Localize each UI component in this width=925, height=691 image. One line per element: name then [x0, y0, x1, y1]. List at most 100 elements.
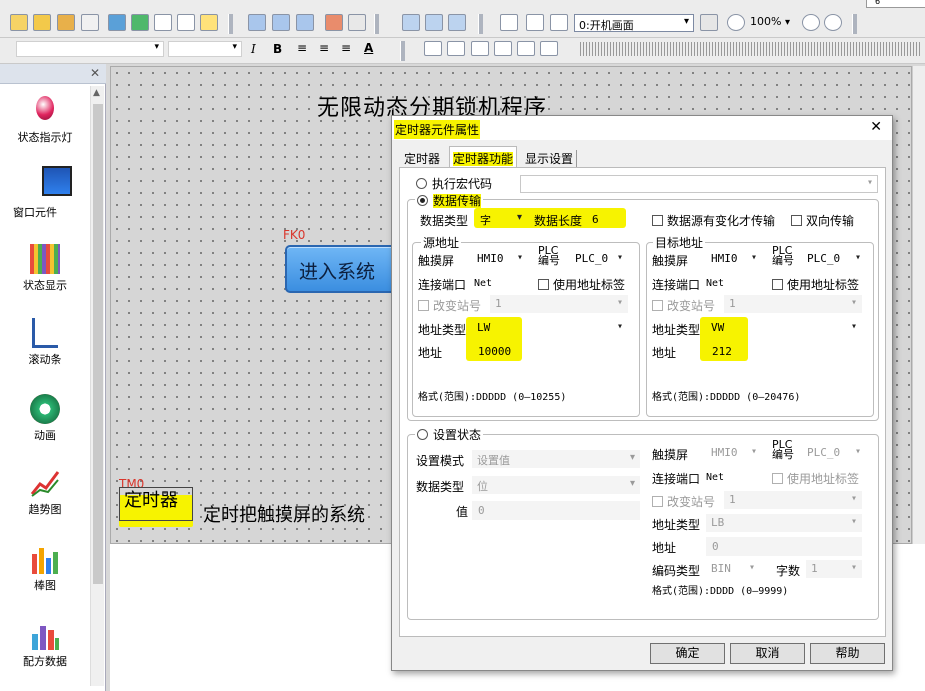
panel-item-indicator[interactable]: 状态指示灯	[0, 96, 90, 145]
font-icon[interactable]	[200, 14, 218, 31]
set-change-station-checkbox[interactable]: 改变站号	[652, 493, 715, 510]
ok-button[interactable]: 确定	[650, 643, 725, 664]
bidirectional-checkbox[interactable]: 双向传输	[791, 212, 854, 229]
delete-screen-icon[interactable]	[526, 14, 544, 31]
set-mode-select[interactable]: 设置值	[472, 450, 640, 468]
screen-select[interactable]: 0:开机画面 ▾	[574, 14, 694, 32]
tab-display-settings[interactable]: 显示设置	[525, 150, 578, 167]
align-left-icon[interactable]	[248, 14, 266, 31]
zoom-level[interactable]: 100% ▾	[750, 15, 792, 28]
zoom-out-icon[interactable]	[802, 14, 820, 31]
panel-item-scrollbar[interactable]: 滚动条	[0, 318, 90, 367]
set-addr-input[interactable]: 0	[706, 537, 862, 556]
text-style-icon[interactable]	[447, 41, 465, 56]
data-type-select[interactable]: 字	[475, 210, 527, 228]
align-center-text-icon[interactable]: ≡	[319, 41, 329, 55]
bold-icon[interactable]: B	[273, 42, 282, 56]
macro-radio[interactable]: 执行宏代码	[416, 175, 492, 192]
source-plc-select[interactable]: PLC_0	[570, 250, 628, 268]
scroll-up-icon[interactable]: ▲	[93, 88, 100, 98]
checkbox-icon	[772, 279, 783, 290]
macro-select[interactable]	[520, 175, 878, 193]
panel-item-window[interactable]: 窗口元件	[0, 204, 80, 220]
screen-props-icon[interactable]	[550, 14, 568, 31]
panel-item-animation[interactable]: 动画	[0, 394, 90, 443]
text-style-icon[interactable]	[471, 41, 489, 56]
cancel-button[interactable]: 取消	[730, 643, 805, 664]
canvas-scrollbar[interactable]	[912, 66, 925, 544]
layer-down-icon[interactable]	[348, 14, 366, 31]
text-style-icon[interactable]	[494, 41, 512, 56]
set-addr-type-select[interactable]: LB	[706, 514, 862, 532]
source-addr-type-select[interactable]: LW	[472, 319, 628, 337]
source-change-station-checkbox[interactable]: 改变站号	[418, 297, 481, 314]
open-icon[interactable]	[10, 14, 28, 31]
panel-item-trend[interactable]: 趋势图	[0, 468, 90, 517]
align-right-icon[interactable]	[296, 14, 314, 31]
data-length-input[interactable]: 6	[586, 210, 622, 229]
source-use-tag-checkbox[interactable]: 使用地址标签	[538, 276, 625, 293]
close-icon[interactable]: ✕	[90, 66, 100, 80]
compile-icon[interactable]	[57, 14, 75, 31]
source-screen-label: 触摸屏	[418, 254, 455, 268]
panel-item-bar[interactable]: 棒图	[0, 544, 90, 593]
text-color-icon[interactable]: A	[364, 41, 373, 55]
panel-scrollbar[interactable]: ▲	[90, 86, 104, 686]
target-plc-select[interactable]: PLC_0	[802, 250, 866, 268]
transfer-radio[interactable]: 数据传输	[415, 192, 484, 209]
fill-pattern-strip[interactable]	[580, 42, 920, 56]
target-change-station-checkbox[interactable]: 改变站号	[652, 297, 715, 314]
add-screen-icon[interactable]	[500, 14, 518, 31]
target-station-select[interactable]: 1	[724, 295, 862, 313]
target-screen-select[interactable]: HMI0	[706, 250, 762, 268]
set-dtype-select[interactable]: 位	[472, 476, 640, 494]
text-style-icon[interactable]	[424, 41, 442, 56]
save-icon[interactable]	[33, 14, 51, 31]
tab-timer-function[interactable]: 定时器功能	[449, 146, 518, 168]
grid-icon[interactable]	[402, 14, 420, 31]
print-icon[interactable]	[700, 14, 718, 31]
timer-element[interactable]: 定时器	[119, 487, 193, 521]
layer-up-icon[interactable]	[325, 14, 343, 31]
source-screen-select[interactable]: HMI0	[472, 250, 528, 268]
font-name-select[interactable]: ▾	[16, 41, 164, 57]
set-use-tag-checkbox[interactable]: 使用地址标签	[772, 470, 859, 487]
align-right-text-icon[interactable]: ≡	[341, 41, 351, 55]
panel-item-recipe[interactable]: 配方数据	[0, 620, 90, 669]
source-addr-input[interactable]: 10000	[472, 342, 628, 361]
zoom-in-icon[interactable]	[727, 14, 745, 31]
frame-icon[interactable]	[448, 14, 466, 31]
zoom-fit-icon[interactable]	[824, 14, 842, 31]
align-center-icon[interactable]	[272, 14, 290, 31]
font-size-select[interactable]: ▾	[168, 41, 242, 57]
set-state-radio[interactable]: 设置状态	[415, 426, 484, 443]
scroll-thumb[interactable]	[93, 104, 103, 584]
set-code-select[interactable]: BIN	[706, 560, 760, 578]
download-icon[interactable]	[81, 14, 99, 31]
close-icon[interactable]: ✕	[870, 119, 882, 135]
set-screen-select[interactable]: HMI0	[706, 444, 762, 462]
target-use-tag-checkbox[interactable]: 使用地址标签	[772, 276, 859, 293]
panel-item-status-display[interactable]: 状态显示	[0, 244, 90, 293]
checkbox-icon	[418, 300, 429, 311]
source-station-select[interactable]: 1	[490, 295, 628, 313]
set-value-input[interactable]: 0	[472, 501, 640, 520]
new-screen-icon[interactable]	[154, 14, 172, 31]
text-style-icon[interactable]	[540, 41, 558, 56]
target-addr-type-select[interactable]: VW	[706, 319, 862, 337]
set-plc-select[interactable]: PLC_0	[802, 444, 866, 462]
italic-icon[interactable]: I	[251, 42, 256, 56]
screen-icon[interactable]	[108, 14, 126, 31]
align-left-text-icon[interactable]: ≡	[297, 41, 307, 55]
text-style-icon[interactable]	[517, 41, 535, 56]
tab-timer[interactable]: 定时器	[404, 150, 440, 167]
target-addr-input[interactable]: 212	[706, 342, 862, 361]
transfer-on-change-checkbox[interactable]: 数据源有变化才传输	[652, 212, 775, 229]
window-list-icon[interactable]	[131, 14, 149, 31]
snap-icon[interactable]	[425, 14, 443, 31]
checkbox-icon	[772, 473, 783, 484]
set-station-select[interactable]: 1	[724, 491, 862, 509]
copy-screen-icon[interactable]	[177, 14, 195, 31]
set-words-select[interactable]: 1	[806, 560, 862, 578]
help-button[interactable]: 帮助	[810, 643, 885, 664]
